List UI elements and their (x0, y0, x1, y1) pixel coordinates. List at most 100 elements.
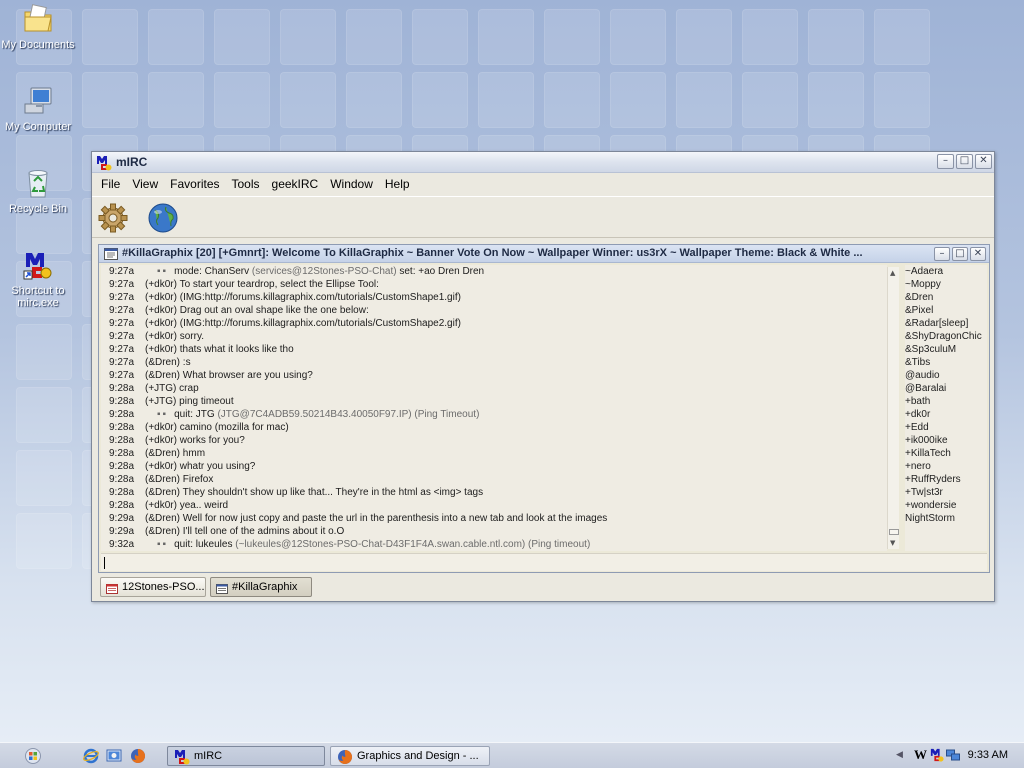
nick-list-item[interactable]: +dk0r (905, 408, 987, 421)
desktop-icon-my-documents[interactable]: My Documents (0, 3, 76, 51)
wallpaper-tile (214, 72, 270, 128)
desktop-icon-my-computer[interactable]: My Computer (0, 85, 76, 133)
message-nick[interactable]: (&Dren) (145, 357, 180, 368)
message-body: ▪▪ quit: JTG (JTG@7C4ADB59.50214B43.40050… (157, 408, 479, 421)
desktop-icon-recycle-bin[interactable]: Recycle Bin (0, 167, 76, 215)
message-body: (&Dren) They shouldn't show up like that… (145, 486, 483, 499)
message-nick[interactable]: (+dk0r) (145, 279, 177, 290)
chat-message: 9:28a (+dk0r) camino (mozilla for mac) (101, 421, 887, 434)
tray-expand-icon[interactable]: ◀ (896, 749, 903, 760)
nick-list-item[interactable]: +Edd (905, 421, 987, 434)
scroll-down-arrow-icon[interactable]: ▼ (890, 539, 895, 547)
nick-list-item[interactable]: +RuffRyders (905, 473, 987, 486)
scroll-up-arrow-icon[interactable]: ▲ (890, 269, 895, 277)
message-nick[interactable]: (+dk0r) (145, 500, 177, 511)
message-nick[interactable]: (&Dren) (145, 370, 180, 381)
message-body: (+dk0r) camino (mozilla for mac) (145, 421, 289, 434)
nick-list-item[interactable]: @Baralai (905, 382, 987, 395)
scrollbar-thumb[interactable] (889, 529, 899, 535)
internet-explorer-icon[interactable] (83, 748, 99, 764)
message-nick[interactable]: (&Dren) (145, 513, 180, 524)
message-nick[interactable]: (&Dren) (145, 448, 180, 459)
wallpaper-tile (148, 9, 204, 65)
desktop-icon-label: My Documents (1, 39, 75, 51)
maximize-button[interactable]: □ (956, 154, 973, 169)
nick-list-item[interactable]: +wondersie (905, 499, 987, 512)
message-body: (&Dren) I'll tell one of the admins abou… (145, 525, 344, 538)
message-nick[interactable]: (+dk0r) (145, 292, 177, 303)
message-nick[interactable]: (&Dren) (145, 526, 180, 537)
event-tail: set: +ao Dren Dren (396, 266, 485, 277)
nick-list-item[interactable]: &Dren (905, 291, 987, 304)
nick-list-item[interactable]: +KillaTech (905, 447, 987, 460)
menu-file[interactable]: File (95, 175, 126, 193)
message-nick[interactable]: (+dk0r) (145, 344, 177, 355)
channel-titlebar[interactable]: #KillaGraphix [20] [+Gmnrt]: Welcome To … (99, 245, 989, 263)
taskbar-button-mirc[interactable]: mIRC (167, 746, 325, 766)
nick-list[interactable]: ~Adaera ~Moppy &Dren &Pixel &Radar[sleep] &Sh… (905, 265, 987, 551)
network-icon[interactable] (946, 748, 960, 765)
nick-list-item[interactable]: &Radar[sleep] (905, 317, 987, 330)
nick-list-item[interactable]: +ik000ike (905, 434, 987, 447)
menu-favorites[interactable]: Favorites (164, 175, 225, 193)
message-nick[interactable]: (+JTG) (145, 383, 176, 394)
event-bullet-icon: ▪▪ (157, 266, 169, 277)
nick-list-item[interactable]: ~Adaera (905, 265, 987, 278)
nick-list-item[interactable]: @audio (905, 369, 987, 382)
tray-w-icon[interactable]: W (914, 747, 927, 763)
menu-view[interactable]: View (126, 175, 164, 193)
nick-list-item[interactable]: NightStorm (905, 512, 987, 525)
menu-help[interactable]: Help (379, 175, 416, 193)
channels-list-button[interactable] (146, 201, 180, 235)
firefox-icon[interactable] (130, 748, 146, 764)
desktop-icon-mirc-shortcut[interactable]: Shortcut to mirc.exe (0, 249, 76, 309)
close-button[interactable]: ✕ (975, 154, 992, 169)
chat-log[interactable]: 9:27a ▪▪ mode: ChanServ (services@12Stones… (101, 265, 887, 551)
minimize-button[interactable]: – (937, 154, 954, 169)
message-input[interactable] (101, 553, 987, 571)
channel-maximize-button[interactable]: □ (952, 247, 968, 261)
taskbar-button-firefox[interactable]: Graphics and Design - ... (330, 746, 490, 766)
channel-close-button[interactable]: ✕ (970, 247, 986, 261)
wallpaper-tile (742, 9, 798, 65)
message-nick[interactable]: (+dk0r) (145, 435, 177, 446)
wallpaper-tile (16, 387, 72, 443)
menu-tools[interactable]: Tools (226, 175, 266, 193)
event-text: quit: lukeules (174, 539, 236, 550)
message-nick[interactable]: (+JTG) (145, 396, 176, 407)
taskbar-button-label: mIRC (194, 750, 223, 762)
message-nick[interactable]: (+dk0r) (145, 461, 177, 472)
message-text: Firefox (182, 474, 214, 485)
message-nick[interactable]: (+dk0r) (145, 331, 177, 342)
chat-scrollbar[interactable]: ▲ ▼ (887, 267, 899, 549)
switchbar-tab-12stones[interactable]: 12Stones-PSO... (100, 577, 206, 597)
tray-mirc-icon[interactable] (930, 748, 944, 765)
menu-window[interactable]: Window (324, 175, 379, 193)
message-nick[interactable]: (&Dren) (145, 487, 180, 498)
channel-minimize-button[interactable]: – (934, 247, 950, 261)
window-controls: – □ ✕ (937, 154, 992, 169)
menu-geekirc[interactable]: geekIRC (266, 175, 325, 193)
message-nick[interactable]: (+dk0r) (145, 318, 177, 329)
switchbar-tab-killagraphix[interactable]: #KillaGraphix (210, 577, 312, 597)
wallpaper-tile (16, 324, 72, 380)
message-timestamp: 9:27a (109, 318, 135, 329)
options-button[interactable] (96, 201, 130, 235)
nick-list-item[interactable]: &Pixel (905, 304, 987, 317)
window-titlebar[interactable]: mIRC – □ ✕ (92, 152, 994, 173)
message-nick[interactable]: (+dk0r) (145, 305, 177, 316)
nick-list-item[interactable]: &ShyDragonChic (905, 330, 987, 343)
show-desktop-icon[interactable] (106, 748, 122, 764)
message-body: (&Dren) Well for now just copy and paste… (145, 512, 607, 525)
mirc-icon (22, 249, 54, 281)
nick-list-item[interactable]: +bath (905, 395, 987, 408)
nick-list-item[interactable]: ~Moppy (905, 278, 987, 291)
message-nick[interactable]: (&Dren) (145, 474, 180, 485)
message-body: (&Dren) What browser are you using? (145, 369, 313, 382)
nick-list-item[interactable]: +Tw|st3r (905, 486, 987, 499)
message-nick[interactable]: (+dk0r) (145, 422, 177, 433)
nick-list-item[interactable]: &Sp3culuM (905, 343, 987, 356)
nick-list-item[interactable]: +nero (905, 460, 987, 473)
start-button[interactable] (22, 747, 44, 765)
nick-list-item[interactable]: &Tibs (905, 356, 987, 369)
